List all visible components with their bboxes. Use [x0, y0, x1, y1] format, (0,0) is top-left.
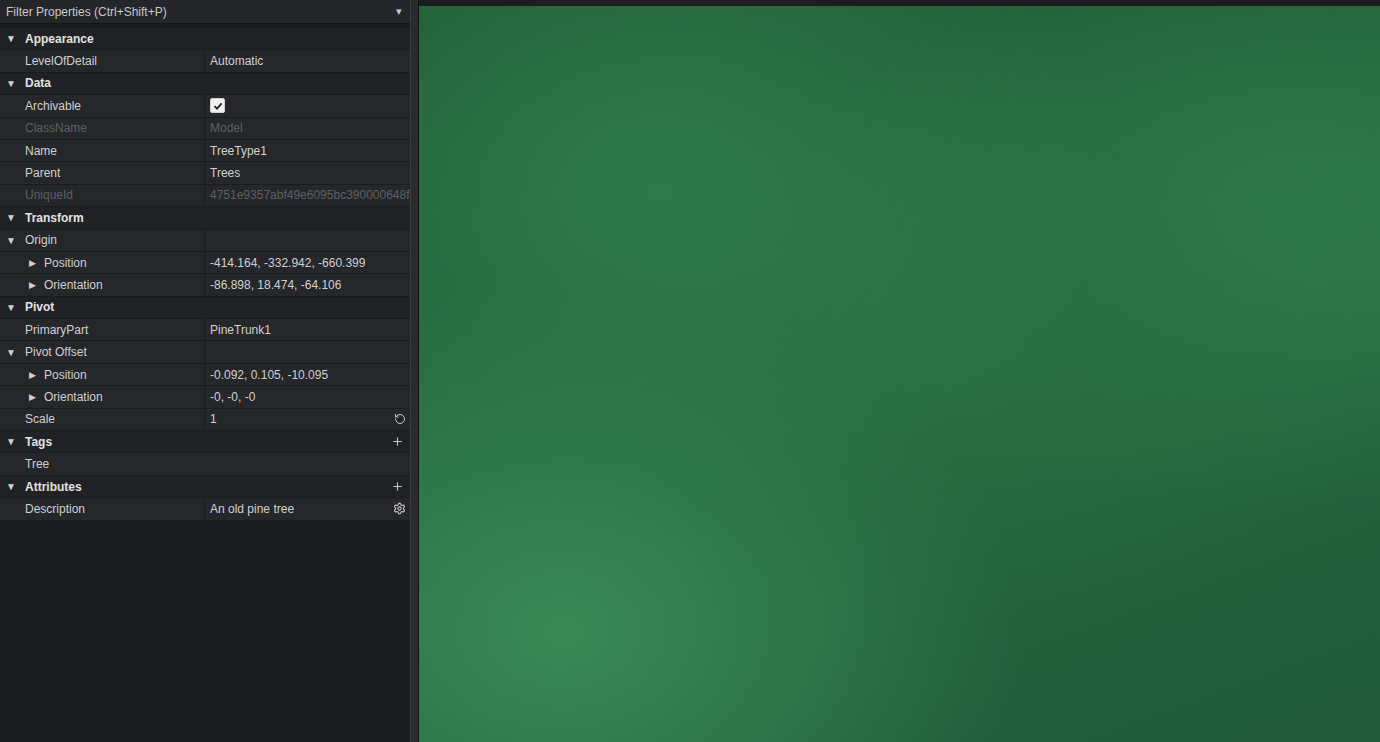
expand-toggle[interactable]: ▼	[6, 302, 25, 313]
property-value[interactable]: TreeType1	[204, 140, 410, 161]
property-value[interactable]: 1	[204, 409, 410, 430]
section-header[interactable]: ▼Appearance	[0, 28, 410, 50]
property-value: Model	[204, 118, 410, 139]
section-title: Tags	[25, 435, 52, 449]
expand-toggle[interactable]: ▶	[29, 370, 44, 380]
property-value[interactable]: -0, -0, -0	[204, 386, 410, 407]
plus-icon[interactable]	[391, 480, 404, 493]
expand-toggle[interactable]: ▼	[6, 347, 25, 358]
property-label: Name	[0, 140, 204, 161]
property-value[interactable]: -414.164, -332.942, -660.399	[204, 252, 410, 273]
filter-placeholder: Filter Properties (Ctrl+Shift+P)	[6, 5, 167, 19]
expand-toggle[interactable]: ▶	[29, 280, 44, 290]
property-label: ▶Orientation	[0, 386, 204, 407]
property-row[interactable]: ▶Orientation-0, -0, -0	[0, 386, 410, 408]
expand-toggle[interactable]: ▼	[6, 436, 25, 447]
property-label: PrimaryPart	[0, 319, 204, 340]
property-section: ▼TagsTree	[0, 431, 410, 476]
section-title: Data	[25, 76, 51, 90]
expand-toggle[interactable]: ▶	[29, 392, 44, 402]
property-row[interactable]: Scale1	[0, 409, 410, 431]
property-row[interactable]: ParentTrees	[0, 162, 410, 184]
property-value[interactable]: Trees	[204, 162, 410, 183]
property-row[interactable]: ▶Orientation-86.898, 18.474, -64.106	[0, 274, 410, 296]
section-title: Transform	[25, 211, 84, 225]
property-section: ▼DataArchivableClassNameModelNameTreeTyp…	[0, 73, 410, 207]
property-value[interactable]: -86.898, 18.474, -64.106	[204, 274, 410, 295]
property-value	[204, 230, 410, 251]
studio-window: Filter Properties (Ctrl+Shift+P)▾▼Appear…	[0, 0, 1380, 742]
tag-label: Tree	[0, 453, 410, 474]
property-label: ▼Pivot Offset	[0, 341, 204, 362]
property-row[interactable]: UniqueId4751e9357abf49e6095bc390000648f	[0, 185, 410, 207]
section-header[interactable]: ▼Data	[0, 73, 410, 95]
plus-icon[interactable]	[391, 435, 404, 448]
property-group[interactable]: ▼Origin	[0, 230, 410, 252]
property-section: ▼PivotPrimaryPartPineTrunk1▼Pivot Offset…	[0, 297, 410, 431]
section-header[interactable]: ▼Tags	[0, 431, 410, 453]
checkbox[interactable]	[210, 98, 225, 113]
expand-toggle[interactable]: ▼	[6, 78, 25, 89]
property-label: ▶Position	[0, 364, 204, 385]
property-label: ClassName	[0, 118, 204, 139]
section-title: Pivot	[25, 300, 54, 314]
section-title: Appearance	[25, 32, 94, 46]
section-header[interactable]: ▼Attributes	[0, 476, 410, 498]
property-row[interactable]: NameTreeType1	[0, 140, 410, 162]
property-section: ▼Transform▼Origin▶Position-414.164, -332…	[0, 207, 410, 297]
expand-toggle[interactable]: ▼	[6, 481, 25, 492]
property-row[interactable]: ClassNameModel	[0, 118, 410, 140]
property-row[interactable]: LevelOfDetailAutomatic	[0, 50, 410, 72]
property-label: ▶Position	[0, 252, 204, 273]
property-row[interactable]: PrimaryPartPineTrunk1	[0, 319, 410, 341]
filter-menu-toggle[interactable]: ▾	[396, 5, 402, 18]
expand-toggle[interactable]: ▼	[6, 235, 25, 246]
property-section: ▼AppearanceLevelOfDetailAutomatic	[0, 28, 410, 73]
gear-icon[interactable]	[393, 502, 406, 515]
checkmark-icon	[213, 101, 223, 111]
property-value[interactable]: Automatic	[204, 50, 410, 71]
property-value: 4751e9357abf49e6095bc390000648f	[204, 185, 410, 206]
viewport[interactable]	[419, 0, 1380, 742]
section-header[interactable]: ▼Pivot	[0, 297, 410, 319]
property-row[interactable]: Archivable	[0, 95, 410, 117]
property-label: ▶Orientation	[0, 274, 204, 295]
section-header[interactable]: ▼Transform	[0, 207, 410, 229]
property-row[interactable]: ▶Position-0.092, 0.105, -10.095	[0, 364, 410, 386]
property-value[interactable]	[204, 95, 410, 116]
reset-icon[interactable]	[394, 413, 406, 425]
section-title: Attributes	[25, 480, 82, 494]
property-row[interactable]: DescriptionAn old pine tree	[0, 498, 410, 520]
property-group[interactable]: ▼Pivot Offset	[0, 341, 410, 363]
property-label: Archivable	[0, 95, 204, 116]
panel-splitter[interactable]	[410, 0, 419, 742]
property-label: Parent	[0, 162, 204, 183]
property-section: ▼AttributesDescriptionAn old pine tree	[0, 476, 410, 521]
expand-toggle[interactable]: ▼	[6, 212, 25, 223]
property-row[interactable]: ▶Position-414.164, -332.942, -660.399	[0, 252, 410, 274]
property-label: Scale	[0, 409, 204, 430]
property-value[interactable]: PineTrunk1	[204, 319, 410, 340]
property-value[interactable]: An old pine tree	[204, 498, 410, 519]
expand-toggle[interactable]: ▼	[6, 33, 25, 44]
property-label: UniqueId	[0, 185, 204, 206]
viewport-3d-scene[interactable]	[419, 6, 1380, 742]
property-label: Description	[0, 498, 204, 519]
property-label: ▼Origin	[0, 230, 204, 251]
expand-toggle[interactable]: ▶	[29, 258, 44, 268]
property-value[interactable]: -0.092, 0.105, -10.095	[204, 364, 410, 385]
property-value	[204, 341, 410, 362]
filter-bar[interactable]: Filter Properties (Ctrl+Shift+P) ▾	[0, 0, 410, 24]
property-label: LevelOfDetail	[0, 50, 204, 71]
properties-panel: Filter Properties (Ctrl+Shift+P)▾▼Appear…	[0, 0, 410, 742]
tag-row[interactable]: Tree	[0, 453, 410, 475]
